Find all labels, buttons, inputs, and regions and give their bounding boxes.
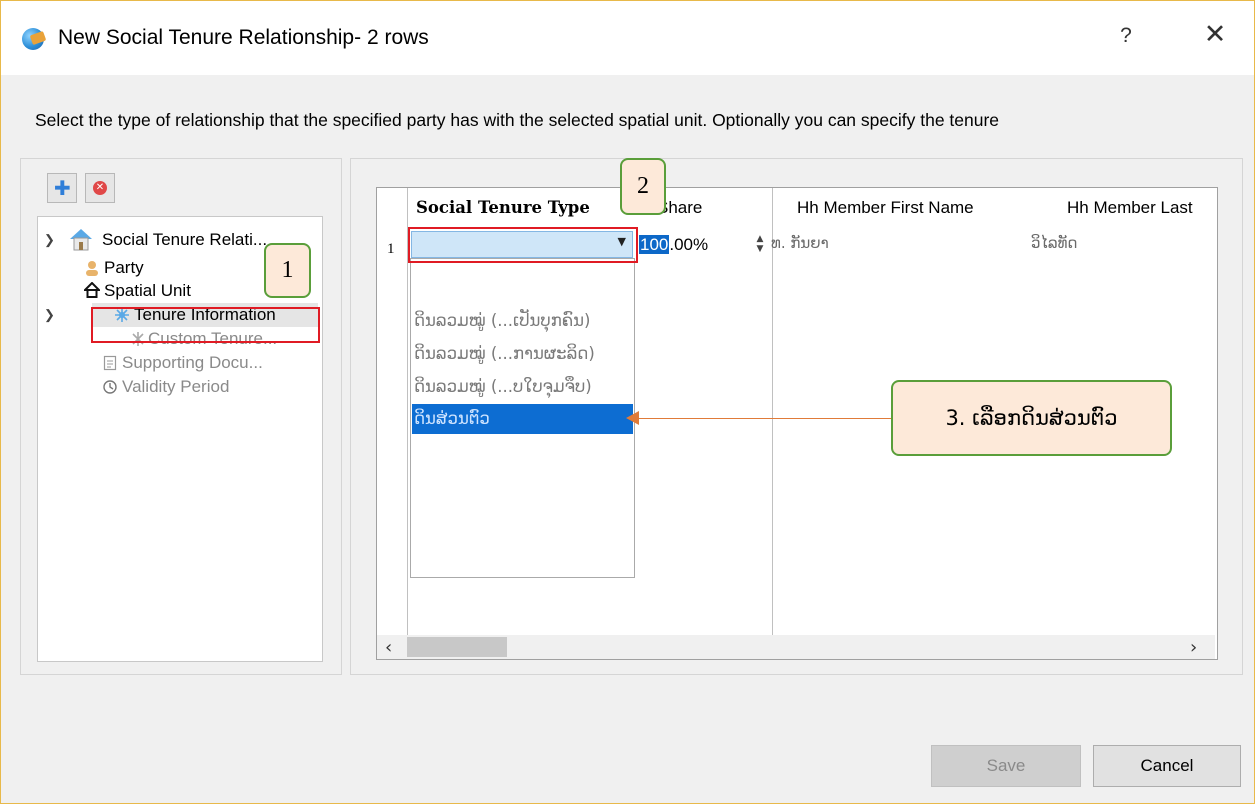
cancel-button[interactable]: Cancel — [1093, 745, 1241, 787]
scroll-right-icon[interactable]: › — [1190, 637, 1197, 658]
tree-item-spatial-unit[interactable]: Spatial Unit — [38, 280, 288, 302]
dropdown-option[interactable]: ດິນລວມໝູ່ (...ການຜະລິດ) — [412, 339, 633, 369]
row-number: 1 — [387, 241, 395, 257]
remove-icon: ✕ — [93, 181, 107, 195]
home-icon — [84, 282, 100, 298]
tree-item-label: Supporting Docu... — [122, 353, 263, 372]
window-title: New Social Tenure Relationship- 2 rows — [58, 26, 429, 49]
clock-icon — [103, 380, 117, 394]
remove-button[interactable]: ✕ — [85, 173, 115, 203]
scrollbar-thumb[interactable] — [407, 637, 507, 657]
person-icon — [86, 261, 98, 276]
arrow-head-icon — [626, 411, 639, 425]
navigation-panel: ✚ ✕ ❯ Social Tenure Relati... Party Spat… — [20, 158, 342, 675]
cell-last-name[interactable]: ວິໄລທັດ — [1031, 234, 1077, 252]
dropdown-option[interactable]: ດິນລວມໝູ່ (...ເປັນບຸກຄົນ) — [412, 306, 633, 336]
share-rest-text: .00% — [669, 235, 709, 254]
app-globe-icon — [22, 28, 44, 50]
instruction-text: Select the type of relationship that the… — [35, 110, 1000, 130]
add-button[interactable]: ✚ — [47, 173, 77, 203]
save-button[interactable]: Save — [931, 745, 1081, 787]
callout-step-2: 2 — [620, 158, 666, 215]
document-icon — [103, 355, 117, 371]
tree-item-label: Social Tenure Relati... — [102, 230, 268, 249]
callout-step-1: 1 — [264, 243, 311, 298]
horizontal-scrollbar[interactable]: ‹ › — [377, 635, 1215, 659]
column-divider — [772, 188, 773, 635]
tree-item-label: Validity Period — [122, 377, 230, 396]
column-header-last-name[interactable]: Hh Member Last — [1067, 188, 1217, 228]
callout-step-3: 3. ເລືອກດິນສ່ວນຕົວ — [891, 380, 1172, 456]
tree-item-label: Party — [104, 258, 144, 277]
dropdown-option[interactable]: ດິນລວມໝູ່ (...ບໃບຈຸມຈຶບ) — [412, 372, 633, 402]
step1-highlight — [91, 307, 320, 343]
tree-item-supporting-documents[interactable]: Supporting Docu... — [38, 352, 320, 374]
title-bar: New Social Tenure Relationship- 2 rows ?… — [1, 1, 1254, 75]
step2-highlight — [408, 227, 638, 263]
scroll-left-icon[interactable]: ‹ — [385, 637, 392, 658]
column-header-share[interactable]: Share — [657, 188, 727, 228]
house-icon — [70, 229, 92, 251]
help-button[interactable]: ? — [1113, 21, 1139, 51]
chevron-down-icon[interactable]: ❯ — [44, 229, 55, 251]
tree-item-party[interactable]: Party — [38, 257, 288, 279]
spinner-icon[interactable]: ▲ ▼ — [754, 234, 766, 254]
dropdown-option-selected[interactable]: ດິນສ່ວນຕົວ — [412, 404, 633, 434]
tree-item-validity-period[interactable]: Validity Period — [38, 376, 320, 398]
share-spinbox[interactable]: 100.00% — [639, 231, 749, 258]
share-selected-text: 100 — [639, 235, 670, 254]
column-header-first-name[interactable]: Hh Member First Name — [797, 188, 1027, 228]
callout-arrow-line — [637, 418, 891, 419]
column-header-social-tenure-type[interactable]: Social Tenure Type — [416, 188, 626, 228]
cell-first-name[interactable]: ທ. ກັນຍາ — [771, 234, 829, 252]
chevron-down-icon[interactable]: ❯ — [44, 304, 55, 326]
close-button[interactable]: ✕ — [1200, 19, 1230, 51]
tenure-type-dropdown-list: ດິນລວມໝູ່ (...ເປັນບຸກຄົນ) ດິນລວມໝູ່ (...… — [410, 258, 635, 578]
plus-icon: ✚ — [54, 176, 71, 200]
tree-item-label: Spatial Unit — [104, 281, 191, 300]
